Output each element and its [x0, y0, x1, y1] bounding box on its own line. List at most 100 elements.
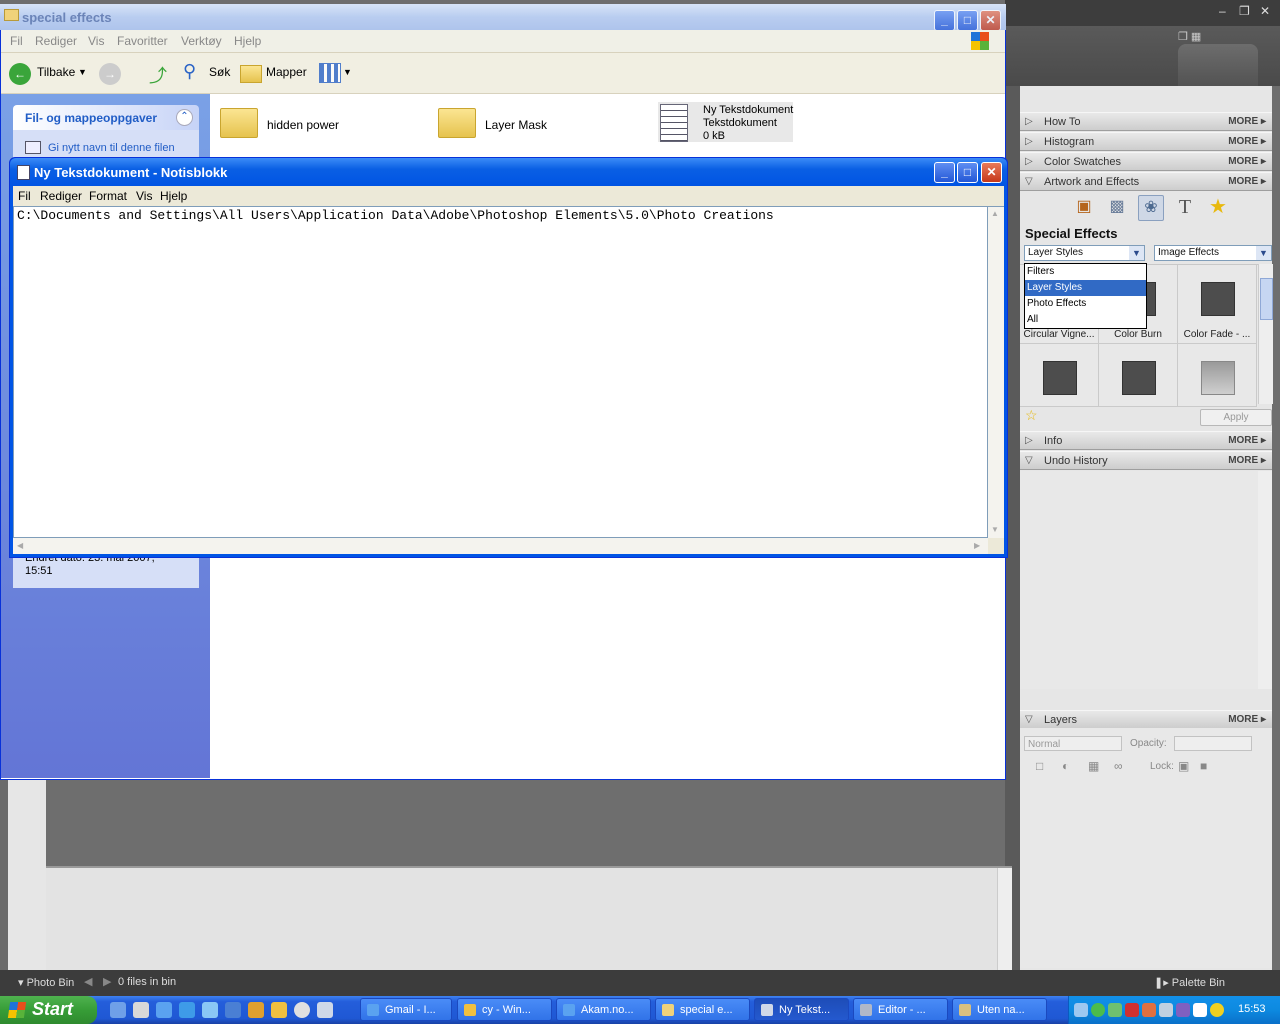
file-item[interactable]: Ny Tekstdokument Tekstdokument 0 kB [658, 102, 793, 142]
taskbar-button-special-effects[interactable]: special e... [655, 998, 750, 1021]
explorer-titlebar[interactable]: special effects _ □ ✕ [0, 4, 1006, 31]
next-icon[interactable]: ▶ [103, 975, 111, 988]
resize-grip-icon[interactable] [988, 538, 1004, 554]
menu-rediger[interactable]: Rediger [40, 189, 82, 203]
quicklaunch-icon[interactable] [271, 1002, 287, 1018]
backgrounds-icon[interactable]: ▣ [1072, 195, 1096, 219]
palette-bin-toggle[interactable]: ❚▸ Palette Bin [1154, 976, 1225, 989]
tray-icon[interactable] [1091, 1003, 1105, 1017]
scroll-up-icon[interactable]: ▲ [991, 209, 999, 218]
frames-icon[interactable]: ▩ [1105, 195, 1129, 219]
more-button[interactable]: MORE ▸ [1228, 455, 1266, 466]
quicklaunch-icon[interactable] [225, 1002, 241, 1018]
lock-icon[interactable]: ■ [1200, 759, 1207, 773]
taskbar-button-editor[interactable]: Editor - ... [853, 998, 948, 1021]
text-icon[interactable]: T [1173, 195, 1197, 219]
search-icon[interactable]: ⚲ [183, 61, 196, 82]
ati-icon[interactable] [1125, 1003, 1139, 1017]
more-button[interactable]: MORE ▸ [1228, 176, 1266, 187]
tray-icon[interactable] [1074, 1003, 1088, 1017]
panel-color-swatches[interactable]: ▷ Color Swatches MORE ▸ [1020, 152, 1272, 171]
taskbar-button-uten-navn[interactable]: Uten na... [952, 998, 1047, 1021]
menu-fil[interactable]: Fil [10, 34, 23, 48]
folders-button[interactable]: Mapper [266, 65, 307, 79]
media-player-icon[interactable] [294, 1002, 310, 1018]
up-folder-icon[interactable]: ⤴ [149, 62, 167, 88]
photo-bin-toggle[interactable]: ▾ Photo Bin [18, 976, 74, 989]
tray-icon[interactable] [1210, 1003, 1224, 1017]
notepad-icon[interactable] [317, 1002, 333, 1018]
quicklaunch-icon[interactable] [202, 1002, 218, 1018]
file-tasks-header[interactable]: Fil- og mappeoppgaver ⌃ [13, 105, 199, 130]
bin-scrollbar[interactable] [997, 868, 1012, 970]
forward-arrow-icon[interactable]: → [99, 63, 121, 85]
clock[interactable]: 15:53 [1238, 1003, 1266, 1015]
effect-thumbnail[interactable] [1099, 344, 1178, 407]
more-button[interactable]: MORE ▸ [1228, 714, 1266, 725]
menu-vis[interactable]: Vis [88, 34, 104, 48]
favorites-star-icon[interactable]: ★ [1206, 195, 1230, 219]
menu-hjelp[interactable]: Hjelp [234, 34, 261, 48]
menu-verktoy[interactable]: Verktøy [181, 34, 222, 48]
effects-scrollbar[interactable] [1258, 264, 1273, 404]
opacity-field[interactable] [1174, 736, 1252, 751]
quicklaunch-icon[interactable] [133, 1002, 149, 1018]
vertical-scrollbar[interactable]: ▲ ▼ [988, 206, 1004, 539]
close-button[interactable]: ✕ [981, 162, 1002, 183]
effects-type-select[interactable]: Image Effects ▼ [1154, 245, 1272, 261]
panel-layers[interactable]: ▽ Layers MORE ▸ [1020, 710, 1272, 729]
pse-minimize-button[interactable]: – [1219, 4, 1226, 18]
pse-restore-button[interactable]: ❐ [1239, 4, 1250, 18]
menu-hjelp[interactable]: Hjelp [160, 189, 187, 203]
undo-history-list[interactable] [1020, 471, 1258, 689]
dropdown-option-layer-styles[interactable]: Layer Styles [1025, 280, 1146, 296]
previous-icon[interactable]: ◀ [84, 975, 92, 988]
minimize-button[interactable]: _ [934, 162, 955, 183]
tray-icon[interactable] [1159, 1003, 1173, 1017]
quicklaunch-icon[interactable] [248, 1002, 264, 1018]
tray-icon[interactable] [1193, 1003, 1207, 1017]
blend-mode-select[interactable]: Normal [1024, 736, 1122, 751]
panel-how-to[interactable]: ▷ How To MORE ▸ [1020, 112, 1272, 131]
scroll-left-icon[interactable]: ◀ [17, 541, 23, 550]
rename-file-link[interactable]: Gi nytt navn til denne filen [48, 142, 175, 154]
link-icon[interactable]: ∞ [1114, 759, 1123, 773]
menu-format[interactable]: Format [89, 189, 127, 203]
undo-scrollbar[interactable] [1258, 471, 1272, 689]
dropdown-option-all[interactable]: All [1025, 312, 1146, 328]
taskbar-button-cy[interactable]: cy - Win... [457, 998, 552, 1021]
effect-thumbnail[interactable] [1178, 344, 1257, 407]
more-button[interactable]: MORE ▸ [1228, 116, 1266, 127]
quicklaunch-icon[interactable] [179, 1002, 195, 1018]
quicklaunch-icon[interactable] [110, 1002, 126, 1018]
back-button[interactable]: Tilbake [37, 65, 75, 79]
effect-thumbnail[interactable]: Color Fade - ... [1178, 265, 1257, 344]
maximize-button[interactable]: □ [957, 162, 978, 183]
maximize-button[interactable]: □ [957, 10, 978, 31]
taskbar-button-notepad[interactable]: Ny Tekst... [754, 998, 849, 1021]
menu-favoritter[interactable]: Favoritter [117, 34, 168, 48]
horizontal-scrollbar[interactable]: ◀ ▶ [13, 538, 988, 554]
special-effects-icon[interactable]: ❀ [1138, 195, 1164, 221]
pse-close-button[interactable]: ✕ [1260, 4, 1270, 18]
panel-info[interactable]: ▷ Info MORE ▸ [1020, 431, 1272, 450]
menu-fil[interactable]: Fil [18, 189, 31, 203]
panel-artwork-effects[interactable]: ▽ Artwork and Effects MORE ▸ [1020, 172, 1272, 191]
adjustment-layer-icon[interactable]: ◐ [1062, 759, 1069, 773]
back-arrow-icon[interactable]: ← [9, 63, 31, 85]
panel-histogram[interactable]: ▷ Histogram MORE ▸ [1020, 132, 1272, 151]
panel-undo-history[interactable]: ▽ Undo History MORE ▸ [1020, 451, 1272, 470]
new-layer-icon[interactable]: □ [1036, 759, 1043, 773]
tray-icon[interactable] [1108, 1003, 1122, 1017]
start-button[interactable]: Start [0, 996, 97, 1024]
scroll-down-icon[interactable]: ▼ [991, 525, 999, 534]
tray-icon[interactable] [1176, 1003, 1190, 1017]
apply-button[interactable]: Apply [1200, 409, 1272, 426]
ie-icon[interactable] [156, 1002, 172, 1018]
taskbar-button-akam[interactable]: Akam.no... [556, 998, 651, 1021]
menu-rediger[interactable]: Rediger [35, 34, 77, 48]
taskbar-button-gmail[interactable]: Gmail - I... [360, 998, 452, 1021]
notepad-text-area[interactable]: C:\Documents and Settings\All Users\Appl… [13, 206, 988, 538]
chevron-down-icon[interactable]: ▼ [343, 67, 352, 77]
add-favorite-star-icon[interactable]: ☆ [1025, 407, 1038, 424]
